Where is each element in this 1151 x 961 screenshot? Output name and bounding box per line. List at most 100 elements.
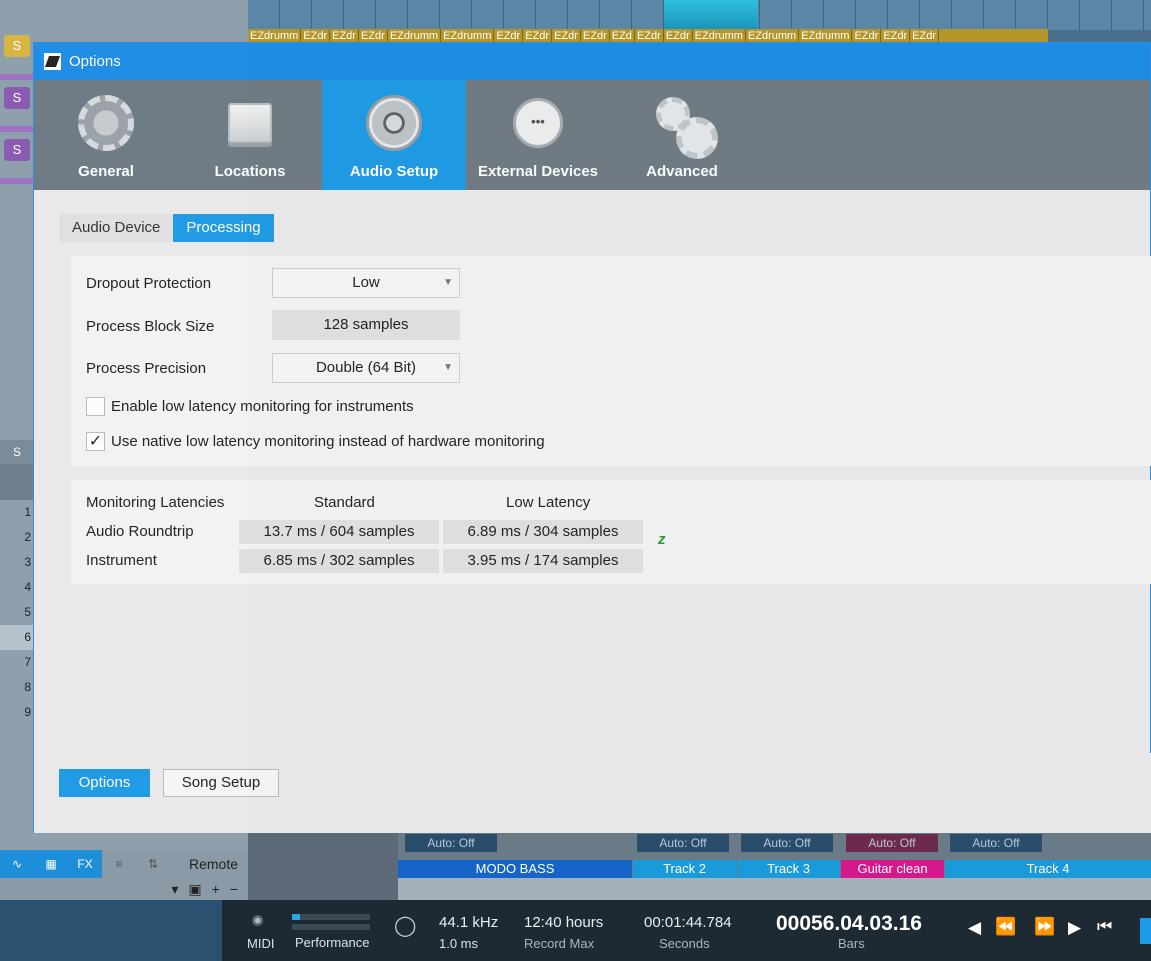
channel-name[interactable]: Track 2	[633, 860, 736, 878]
fast-forward-icon[interactable]: ⏩	[1034, 917, 1055, 937]
track-number[interactable]: 7	[0, 650, 34, 675]
channel-name[interactable]: Track 3	[737, 860, 840, 878]
monitoring-latencies-panel: Monitoring Latencies Standard Low Latenc…	[71, 480, 1151, 584]
instrument-label: Instrument	[86, 552, 157, 569]
ez-clip[interactable]: EZdrumm	[248, 29, 302, 43]
remove-icon[interactable]: −	[230, 881, 238, 897]
ez-clip[interactable]: EZdr	[635, 29, 664, 43]
activity-spinner-icon: ◯	[394, 915, 417, 937]
fx-button[interactable]: FX	[68, 850, 102, 878]
rewind-icon[interactable]: ⏪	[995, 917, 1016, 937]
track-number-list: 1 2 3 4 5 6 7 8 9	[0, 500, 34, 725]
mixer-scrollbar[interactable]	[398, 878, 1151, 900]
dropout-protection-label: Dropout Protection	[86, 275, 212, 292]
track-color-strip	[0, 178, 34, 184]
track-number[interactable]: 2	[0, 525, 34, 550]
processing-panel: Dropout Protection Low ▼ Process Block S…	[71, 256, 1151, 466]
ez-clip[interactable]: EZdr	[881, 29, 911, 43]
ez-clip[interactable]: EZdrumm	[799, 29, 853, 43]
chevron-down-icon: ▼	[443, 277, 453, 288]
track-number[interactable]: 4	[0, 575, 34, 600]
dropout-protection-value: Low	[352, 274, 380, 291]
options-button[interactable]: Options	[59, 769, 150, 797]
track-number[interactable]: 3	[0, 550, 34, 575]
studio-one-logo-icon	[44, 53, 61, 70]
category-label: Locations	[214, 163, 286, 180]
automation-mode[interactable]: Auto: Off	[950, 834, 1042, 852]
ez-clip[interactable]: EZdrumm	[441, 29, 495, 43]
ez-clip[interactable]: EZdrumm	[693, 29, 746, 43]
dropdown-arrow-icon[interactable]: ▾	[171, 881, 178, 898]
previous-marker-icon[interactable]: ◀	[968, 918, 981, 938]
low-latency-instruments-label[interactable]: Enable low latency monitoring for instru…	[111, 398, 414, 415]
dropout-protection-select[interactable]: Low ▼	[272, 268, 460, 298]
seconds-value[interactable]: 00:01:44.784	[644, 914, 732, 931]
channel-name[interactable]: MODO BASS	[398, 860, 632, 878]
ez-clip[interactable]: EZdr	[910, 29, 939, 43]
category-audio-setup[interactable]: Audio Setup	[322, 80, 466, 190]
lock-icon[interactable]: ▣	[188, 881, 201, 898]
channel-name[interactable]: Guitar clean	[841, 860, 944, 878]
stop-button[interactable]	[1140, 918, 1151, 944]
dialog-title: Options	[69, 53, 121, 70]
dialog-footer: Options Song Setup	[34, 753, 1151, 833]
category-external-devices[interactable]: External Devices	[466, 80, 610, 190]
ez-clip[interactable]: EZdr	[301, 29, 331, 43]
song-setup-button[interactable]: Song Setup	[163, 769, 279, 797]
ez-clip[interactable]: EZdrumm	[746, 29, 800, 43]
sort-icon[interactable]: ⇅	[136, 850, 170, 878]
ez-clip[interactable]: EZdr	[494, 29, 524, 43]
routing-icon[interactable]: ≡	[102, 850, 136, 878]
gears-icon	[654, 95, 718, 159]
dialog-titlebar[interactable]: Options	[34, 43, 1150, 80]
category-label: Audio Setup	[349, 163, 439, 180]
midi-port-icon: ◉	[252, 912, 264, 927]
category-general[interactable]: General	[34, 80, 178, 190]
performance-label: Performance	[295, 935, 370, 950]
console-toolbar-secondary: ▾ ▣ + −	[0, 878, 248, 900]
track-number[interactable]: 8	[0, 675, 34, 700]
category-locations[interactable]: Locations	[178, 80, 322, 190]
process-precision-select[interactable]: Double (64 Bit) ▼	[272, 353, 460, 383]
track-number[interactable]: 6	[0, 625, 34, 650]
track-solo-button[interactable]: S	[4, 35, 30, 57]
audio-roundtrip-standard: 13.7 ms / 604 samples	[239, 520, 439, 544]
audio-clip-waveform[interactable]	[664, 0, 758, 30]
tab-audio-device[interactable]: Audio Device	[59, 214, 174, 242]
track-number[interactable]: 9	[0, 700, 34, 725]
ez-clip[interactable]: EZdr	[664, 29, 693, 43]
low-latency-instruments-checkbox[interactable]	[86, 397, 105, 416]
waveform-icon[interactable]: ∿	[0, 850, 34, 878]
track-number[interactable]: 1	[0, 500, 34, 525]
next-marker-icon[interactable]: ▶	[1068, 918, 1081, 938]
native-low-latency-checkbox[interactable]: ✓	[86, 432, 105, 451]
process-block-size-value: 128 samples	[272, 310, 460, 340]
ez-clip[interactable]: EZdr	[852, 29, 882, 43]
ez-clip[interactable]: EZd	[610, 29, 635, 43]
bars-value[interactable]: 00056.04.03.16	[776, 912, 922, 936]
automation-mode[interactable]: Auto: Off	[405, 834, 497, 852]
keyboard-icon[interactable]: ▦	[34, 850, 68, 878]
track-solo-button[interactable]: S	[4, 139, 30, 161]
automation-mode[interactable]: Auto: Off	[846, 834, 938, 852]
ez-clip[interactable]: EZdr	[523, 29, 553, 43]
ez-clip[interactable]: EZdr	[552, 29, 581, 43]
seconds-label: Seconds	[659, 936, 710, 951]
category-advanced[interactable]: Advanced	[610, 80, 754, 190]
automation-mode[interactable]: Auto: Off	[741, 834, 833, 852]
category-label: General	[78, 163, 134, 180]
chevron-down-icon: ▼	[443, 362, 453, 373]
ez-clip[interactable]: EZdrumm	[388, 29, 442, 43]
ez-clip[interactable]: EZdr	[359, 29, 388, 43]
add-icon[interactable]: +	[212, 881, 220, 897]
channel-name[interactable]: Track 4	[945, 860, 1151, 878]
track-number[interactable]: 5	[0, 600, 34, 625]
native-low-latency-label[interactable]: Use native low latency monitoring instea…	[111, 433, 545, 450]
remote-button[interactable]: Remote	[189, 856, 248, 872]
ez-clip[interactable]: EZdr	[581, 29, 610, 43]
tab-processing[interactable]: Processing	[173, 214, 274, 242]
track-solo-button[interactable]: S	[4, 87, 30, 109]
ez-clip[interactable]: EZdr	[330, 29, 359, 43]
return-to-zero-icon[interactable]: ⏮	[1097, 917, 1112, 937]
automation-mode[interactable]: Auto: Off	[637, 834, 729, 852]
